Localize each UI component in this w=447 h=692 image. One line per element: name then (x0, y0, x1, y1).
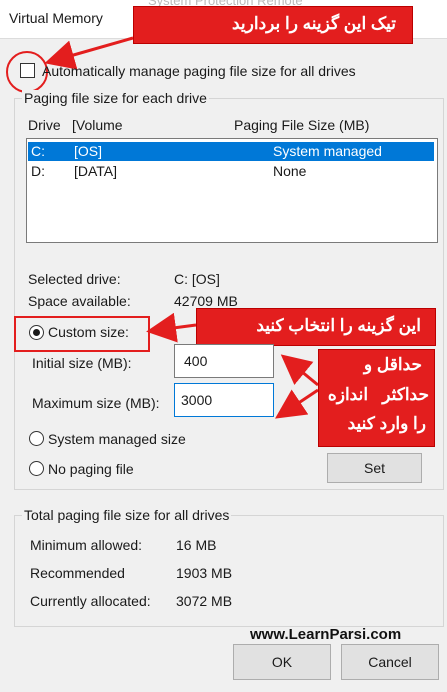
maximum-size-value: 3000 (181, 392, 213, 408)
size-cell: None (273, 163, 307, 179)
recommended-value: 1903 MB (176, 565, 233, 581)
system-managed-radio[interactable] (29, 431, 44, 446)
custom-size-label: Custom size: (48, 324, 129, 340)
cancel-button-label: Cancel (368, 654, 412, 670)
minimum-allowed-value: 16 MB (176, 537, 217, 553)
cancel-button[interactable]: Cancel (341, 644, 439, 680)
ok-button-label: OK (271, 654, 293, 670)
selected-drive-value: C: [OS] (174, 271, 220, 287)
space-available-label: Space available: (28, 293, 131, 309)
initial-size-label: Initial size (MB): (32, 355, 132, 371)
column-header-size: Paging File Size (MB) (234, 117, 370, 133)
currently-allocated-value: 3072 MB (176, 593, 233, 609)
paging-group-title: Paging file size for each drive (22, 90, 209, 106)
set-button[interactable]: Set (327, 453, 422, 483)
auto-manage-label: Automatically manage paging file size fo… (42, 63, 356, 79)
custom-size-radio[interactable] (29, 325, 44, 340)
no-paging-label: No paging file (48, 461, 134, 477)
size-cell: System managed (273, 143, 382, 159)
space-available-value: 42709 MB (174, 293, 238, 309)
ok-button[interactable]: OK (233, 644, 331, 680)
set-button-label: Set (363, 460, 385, 476)
volume-cell: [DATA] (74, 163, 118, 179)
maximum-size-label: Maximum size (MB): (32, 395, 160, 411)
recommended-label: Recommended (30, 565, 125, 581)
auto-manage-checkbox[interactable] (20, 63, 35, 78)
maximum-size-input[interactable]: 3000 (174, 383, 274, 417)
annotation-choose: این گزینه را انتخاب کنید (196, 308, 436, 346)
initial-size-input[interactable]: 400 (174, 344, 274, 378)
initial-size-value: 400 (184, 353, 208, 369)
volume-cell: [OS] (74, 143, 103, 159)
drive-row-d[interactable]: D: [DATA] None (28, 162, 434, 181)
no-paging-radio[interactable] (29, 461, 44, 476)
radio-selected-dot (33, 329, 40, 336)
column-header-volume: [Volume (72, 117, 123, 133)
selected-drive-label: Selected drive: (28, 271, 121, 287)
minimum-allowed-label: Minimum allowed: (30, 537, 143, 553)
total-group-title: Total paging file size for all drives (22, 507, 232, 523)
drive-list[interactable]: C: [OS] System managed D: [DATA] None (26, 138, 438, 243)
annotation-minmax: حداقل و حداکثر اندازه را وارد کنید (318, 349, 435, 447)
drive-cell: C: (31, 143, 45, 159)
drive-row-c[interactable]: C: [OS] System managed (28, 142, 434, 161)
watermark: www.LearnParsi.com (250, 626, 402, 643)
drive-cell: D: (31, 163, 45, 179)
system-managed-label: System managed size (48, 431, 186, 447)
column-header-drive: Drive (28, 117, 61, 133)
currently-allocated-label: Currently allocated: (30, 593, 151, 609)
